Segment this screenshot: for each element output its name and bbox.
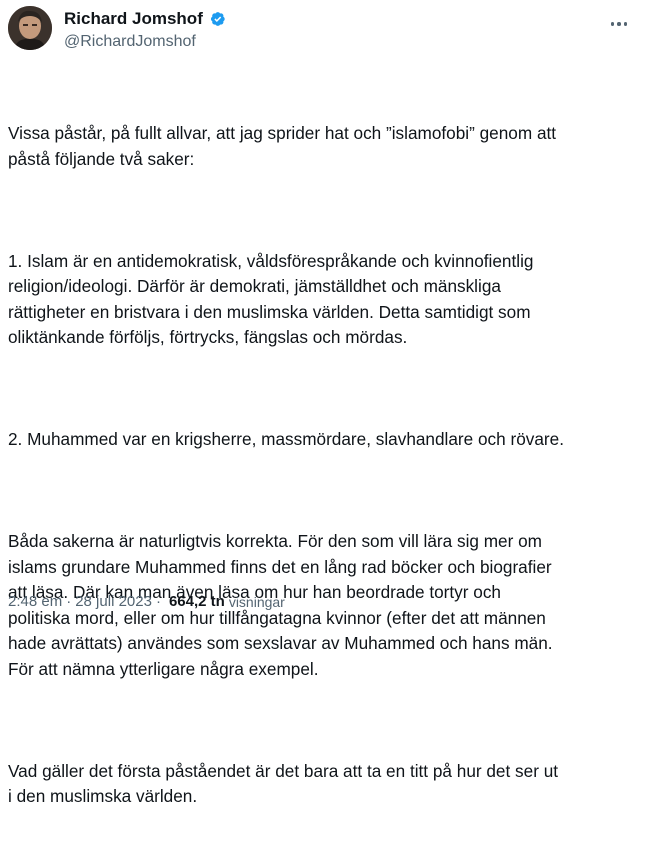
meta-separator: ·	[66, 593, 72, 610]
more-options-icon	[610, 22, 615, 26]
tweet-paragraph: Vad gäller det första påståendet är det …	[8, 760, 559, 807]
more-options-icon-dot	[623, 22, 628, 26]
author-display-name[interactable]: Richard Jomshof	[64, 9, 203, 29]
tweet-paragraph: 1. Islam är en antidemokratisk, våldsför…	[8, 250, 534, 348]
name-row: Richard Jomshof	[64, 8, 226, 30]
tweet-timestamp-time[interactable]: 2:48 em	[8, 593, 62, 610]
tweet-meta: 2:48 em · 28 juli 2023 · 664,2 tn visnin…	[8, 593, 285, 610]
views-count: 664,2 tn	[168, 593, 225, 610]
verified-badge-icon[interactable]	[208, 10, 226, 28]
views-label: visningar	[228, 593, 285, 610]
avatar-photo-icon	[8, 6, 52, 50]
meta-separator: ·	[155, 593, 161, 610]
tweet-header: Richard Jomshof @RichardJomshof	[8, 6, 641, 58]
tweet-paragraph: Vissa påstår, på fullt allvar, att jag s…	[8, 123, 557, 169]
author-handle[interactable]: @RichardJomshof	[64, 33, 226, 51]
author-block: Richard Jomshof @RichardJomshof	[64, 8, 226, 51]
tweet-paragraph: 2. Muhammed var en krigsherre, massmörda…	[8, 429, 564, 449]
tweet-timestamp-date[interactable]: 28 juli 2023	[75, 593, 152, 610]
tweet-card: Richard Jomshof @RichardJomshof Vissa på…	[0, 0, 653, 806]
more-options-icon-dot	[617, 22, 621, 26]
more-options-button[interactable]	[607, 12, 631, 36]
avatar[interactable]	[8, 6, 52, 50]
tweet-text: Vissa påstår, på fullt allvar, att jag s…	[8, 70, 638, 861]
